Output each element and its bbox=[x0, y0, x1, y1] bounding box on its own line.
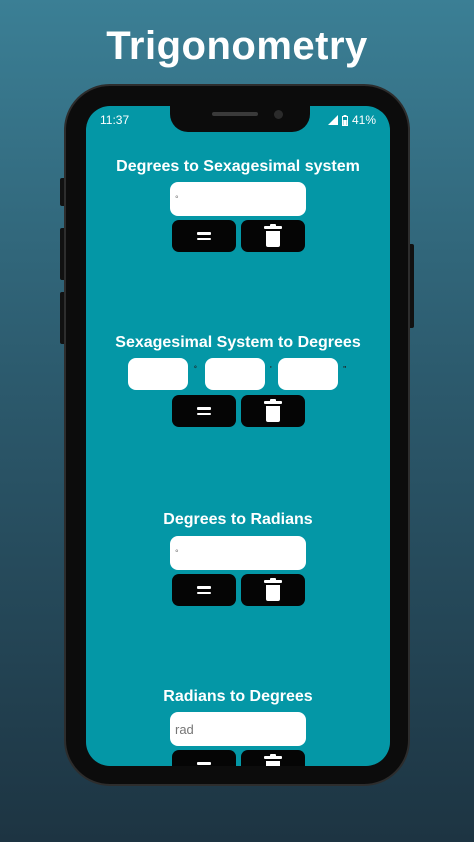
equals-icon bbox=[197, 586, 211, 594]
trash-icon bbox=[264, 399, 282, 422]
trash-icon bbox=[264, 224, 282, 247]
minute-unit-label: ' bbox=[270, 366, 272, 373]
convert-button[interactable] bbox=[172, 574, 236, 606]
clear-button[interactable] bbox=[241, 574, 305, 606]
section-title: Sexagesimal System to Degrees bbox=[115, 334, 361, 351]
speaker-grille bbox=[212, 112, 258, 116]
phone-frame: 11:37 41% Degrees to Sexagesimal system bbox=[64, 84, 410, 786]
seconds-part-input[interactable] bbox=[278, 358, 338, 390]
signal-icon bbox=[327, 115, 338, 125]
degrees-part-input[interactable] bbox=[128, 358, 188, 390]
trash-icon bbox=[264, 578, 282, 601]
front-camera bbox=[274, 110, 283, 119]
trash-icon bbox=[264, 754, 282, 766]
section-sexagesimal-to-degrees: Sexagesimal System to Degrees ° ' " bbox=[86, 334, 390, 434]
second-unit-label: " bbox=[343, 366, 347, 373]
section-radians-to-degrees: Radians to Degrees bbox=[86, 688, 390, 766]
clear-button[interactable] bbox=[241, 395, 305, 427]
section-title: Degrees to Radians bbox=[163, 511, 313, 528]
equals-icon bbox=[197, 407, 211, 415]
radians-input[interactable] bbox=[170, 712, 306, 746]
degrees-input[interactable] bbox=[170, 536, 306, 570]
status-icons: 41% bbox=[327, 113, 376, 127]
battery-icon bbox=[341, 114, 348, 126]
clear-button[interactable] bbox=[241, 750, 305, 766]
convert-button[interactable] bbox=[172, 750, 236, 766]
minutes-part-input[interactable] bbox=[205, 358, 265, 390]
battery-percent: 41% bbox=[351, 113, 376, 127]
camera-notch bbox=[170, 106, 310, 132]
status-time: 11:37 bbox=[100, 113, 130, 127]
convert-button[interactable] bbox=[172, 395, 236, 427]
degree-unit-label: ° bbox=[194, 366, 197, 373]
app-screen: 11:37 41% Degrees to Sexagesimal system bbox=[86, 106, 390, 766]
equals-icon bbox=[197, 762, 211, 766]
degrees-input[interactable] bbox=[170, 182, 306, 216]
section-degrees-to-radians: Degrees to Radians bbox=[86, 511, 390, 611]
section-title: Degrees to Sexagesimal system bbox=[116, 158, 360, 175]
clear-button[interactable] bbox=[241, 220, 305, 252]
section-title: Radians to Degrees bbox=[163, 688, 313, 705]
section-degrees-to-sexagesimal: Degrees to Sexagesimal system bbox=[86, 158, 390, 258]
headline: Trigonometry bbox=[106, 24, 368, 68]
equals-icon bbox=[197, 232, 211, 240]
convert-button[interactable] bbox=[172, 220, 236, 252]
